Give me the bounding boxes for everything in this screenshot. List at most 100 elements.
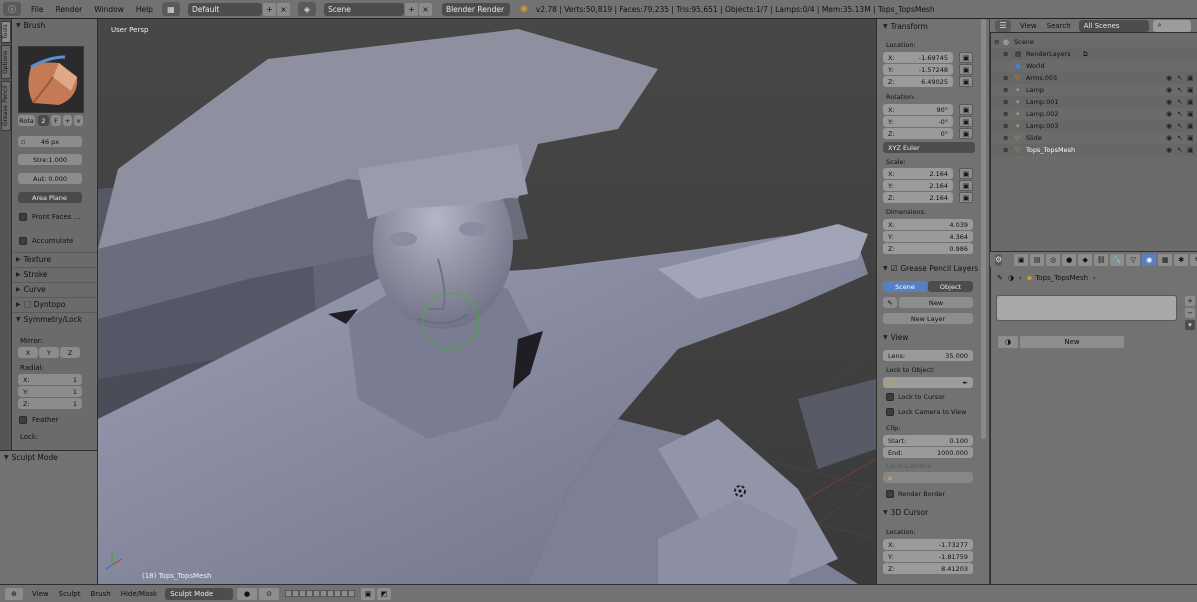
grease-pencil-checkbox-icon[interactable]: ☑ xyxy=(891,264,898,273)
outliner-row-scene[interactable]: ⊖ ◎ Scene xyxy=(991,36,1197,48)
rotation-y-field[interactable]: Y: -0° xyxy=(883,116,953,127)
lock-scale-z-icon[interactable]: ▣ xyxy=(959,192,973,203)
lock-scale-y-icon[interactable]: ▣ xyxy=(959,180,973,191)
material-browse-icon[interactable]: ◑ xyxy=(998,336,1018,348)
layer-toggle[interactable] xyxy=(327,590,335,597)
fake-user-button[interactable]: F xyxy=(51,115,61,126)
lens-field[interactable]: Lens: 35.000 xyxy=(883,350,973,361)
mirror-x-button[interactable]: X xyxy=(18,347,38,358)
outliner-row-lamp001[interactable]: ⊕ ✦ Lamp.001 ◉ ↖ ▣ xyxy=(991,96,1197,108)
sculpt-plane-dropdown[interactable]: Area Plane xyxy=(18,192,82,203)
location-y-field[interactable]: Y: -1.57248 xyxy=(883,64,953,75)
lock-location-y-icon[interactable]: ▣ xyxy=(959,64,973,75)
curve-panel-header[interactable]: ▶ Curve xyxy=(12,282,97,295)
visibility-eye-icon[interactable]: ◉ xyxy=(1166,74,1172,82)
remove-brush-button[interactable]: × xyxy=(74,115,83,126)
data-tab-icon[interactable]: ▽ xyxy=(1126,253,1141,266)
add-layout-button[interactable]: + xyxy=(262,2,276,16)
expand-arrow-icon[interactable]: ⊕ xyxy=(1003,134,1008,142)
outliner-search-menu[interactable]: Search xyxy=(1042,22,1076,30)
outliner-row-lamp002[interactable]: ⊕ ✦ Lamp.002 ◉ ↖ ▣ xyxy=(991,108,1197,120)
particles-tab-icon[interactable]: ✱ xyxy=(1174,253,1189,266)
outliner-row-tops[interactable]: ⊕ ▽ Tops_TopsMesh ◉ ↖ ▣ xyxy=(991,144,1197,156)
scene-icon[interactable]: ◈ xyxy=(297,2,316,16)
visibility-eye-icon[interactable]: ◉ xyxy=(1166,122,1172,130)
outliner-display-mode-dropdown[interactable]: All Scenes xyxy=(1078,19,1149,32)
material-tab-icon[interactable]: ◉ xyxy=(1142,253,1157,266)
brush-users-count[interactable]: 2 xyxy=(38,115,49,126)
autosmooth-field[interactable]: Aut: 0.000 xyxy=(18,173,82,184)
layer-toggle[interactable] xyxy=(348,590,356,597)
brush-strength-field[interactable]: Stre:1.000 xyxy=(18,154,82,165)
pin-icon[interactable]: ✎ xyxy=(997,274,1003,282)
transform-panel-header[interactable]: ▼ Transform xyxy=(877,20,981,32)
lock-location-z-icon[interactable]: ▣ xyxy=(959,76,973,87)
remove-layout-button[interactable]: × xyxy=(276,2,290,16)
add-brush-button[interactable]: + xyxy=(63,115,72,126)
clip-end-field[interactable]: End: 1000.000 xyxy=(883,447,973,458)
menu-window[interactable]: Window xyxy=(88,5,130,14)
scene-field[interactable]: Scene xyxy=(323,2,404,16)
brush-menu[interactable]: Brush xyxy=(86,590,116,598)
remove-slot-icon[interactable]: − xyxy=(1185,308,1195,318)
lock-to-cursor-checkbox[interactable] xyxy=(886,393,894,401)
texture-tab-icon[interactable]: ▦ xyxy=(1158,253,1173,266)
rotation-x-field[interactable]: X: 90° xyxy=(883,104,953,115)
lock-rotation-y-icon[interactable]: ▣ xyxy=(959,116,973,127)
feather-checkbox[interactable] xyxy=(19,416,27,424)
slot-menu-icon[interactable]: ▾ xyxy=(1185,320,1195,330)
scene-tab-icon[interactable]: ◎ xyxy=(1046,253,1061,266)
gp-new-button[interactable]: New xyxy=(899,297,973,308)
select-arrow-icon[interactable]: ↖ xyxy=(1177,122,1183,130)
symmetry-panel-header[interactable]: ▼ Symmetry/Lock xyxy=(12,312,97,325)
eyedropper-icon[interactable]: ✒ xyxy=(963,379,968,387)
render-camera-icon[interactable]: ▣ xyxy=(1187,74,1194,82)
scale-z-field[interactable]: Z: 2.164 xyxy=(883,192,953,203)
hide-mask-menu[interactable]: Hide/Mask xyxy=(116,590,162,598)
screen-layout-icon[interactable]: ▦ xyxy=(161,2,180,16)
outliner-row-world[interactable]: ● World xyxy=(991,60,1197,72)
modifiers-tab-icon[interactable]: 🔧 xyxy=(1110,253,1125,266)
new-material-button[interactable]: New xyxy=(1020,336,1124,348)
layer-toggle[interactable] xyxy=(313,590,321,597)
expand-arrow-icon[interactable]: ⊕ xyxy=(1003,86,1008,94)
select-arrow-icon[interactable]: ↖ xyxy=(1177,134,1183,142)
outliner-row-lamp003[interactable]: ⊕ ✦ Lamp.003 ◉ ↖ ▣ xyxy=(991,120,1197,132)
render-preview-icon[interactable]: ◩ xyxy=(377,587,392,600)
dyntopo-panel-header[interactable]: ▶ Dyntopo xyxy=(12,297,97,310)
layer-toggle[interactable] xyxy=(292,590,300,597)
cursor-y-field[interactable]: Y: -1.81759 xyxy=(883,551,973,562)
lock-location-x-icon[interactable]: ▣ xyxy=(959,52,973,63)
layer-toggle[interactable] xyxy=(334,590,342,597)
brush-preview-thumbnail[interactable] xyxy=(18,46,84,113)
pencil-icon[interactable]: ✎ xyxy=(883,297,897,308)
render-camera-icon[interactable]: ▣ xyxy=(1187,146,1194,154)
pivot-point-icon[interactable]: ⊙ xyxy=(259,587,280,600)
location-x-field[interactable]: X: -1.69745 xyxy=(883,52,953,63)
dimensions-y-field[interactable]: Y: 4.364 xyxy=(883,231,973,242)
render-camera-icon[interactable]: ▣ xyxy=(1187,86,1194,94)
radial-y-field[interactable]: Y: 1 xyxy=(18,386,82,397)
3d-view-editor-icon[interactable]: ⊕ xyxy=(5,587,23,600)
layer-toggle[interactable] xyxy=(299,590,307,597)
cursor-z-field[interactable]: Z: 8.41203 xyxy=(883,563,973,574)
tab-grease-pencil[interactable]: Grease Pencil xyxy=(1,81,11,131)
layer-toggle[interactable] xyxy=(285,590,293,597)
brush-rotation-field[interactable]: Rota xyxy=(18,115,35,126)
add-scene-button[interactable]: + xyxy=(404,2,418,16)
select-arrow-icon[interactable]: ↖ xyxy=(1177,98,1183,106)
viewport-shading-icon[interactable]: ● xyxy=(237,587,258,600)
gp-object-toggle[interactable]: Object xyxy=(928,281,973,292)
lock-camera-checkbox[interactable] xyxy=(886,408,894,416)
accumulate-checkbox[interactable] xyxy=(19,237,27,245)
render-tab-icon[interactable]: ▣ xyxy=(1014,253,1029,266)
dyntopo-checkbox[interactable] xyxy=(23,300,31,308)
lock-layers-icon[interactable]: ▣ xyxy=(361,587,376,600)
menu-help[interactable]: Help xyxy=(130,5,159,14)
lock-rotation-z-icon[interactable]: ▣ xyxy=(959,128,973,139)
rotation-mode-dropdown[interactable]: XYZ Euler xyxy=(883,142,975,153)
visibility-eye-icon[interactable]: ◉ xyxy=(1166,146,1172,154)
lock-scale-x-icon[interactable]: ▣ xyxy=(959,168,973,179)
view-menu[interactable]: View xyxy=(27,590,54,598)
expand-arrow-icon[interactable]: ⊕ xyxy=(1003,98,1008,106)
